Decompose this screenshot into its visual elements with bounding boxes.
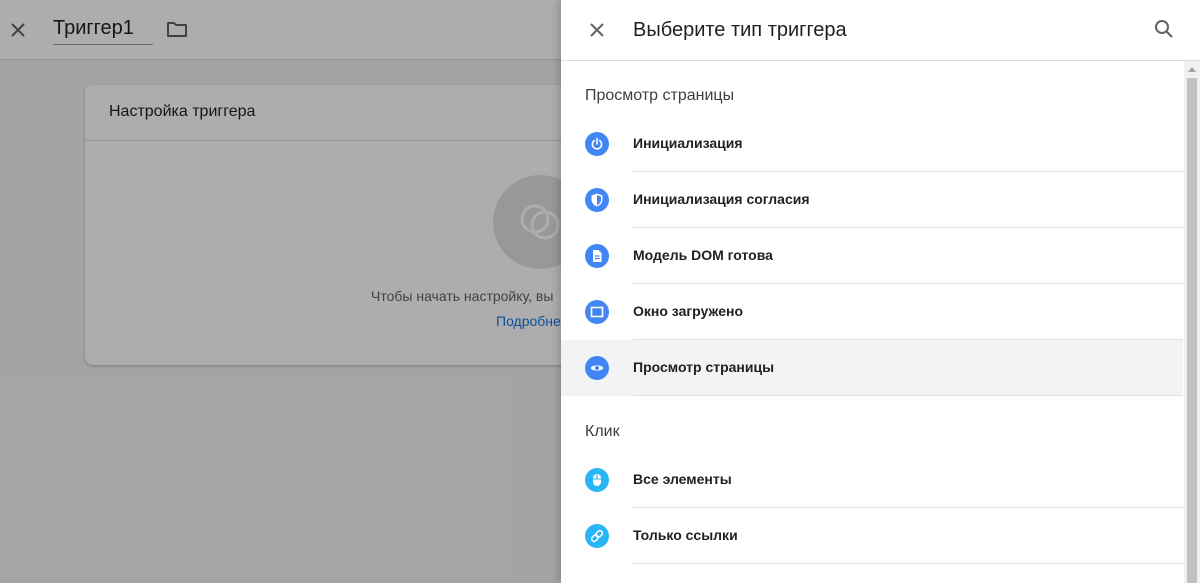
trigger-type-consent-initialization[interactable]: Инициализация согласия xyxy=(561,172,1183,228)
trigger-type-window-loaded[interactable]: Окно загружено xyxy=(561,284,1183,340)
trigger-type-label: Просмотр страницы xyxy=(633,359,775,375)
shield-icon xyxy=(585,188,609,212)
search-icon[interactable] xyxy=(1152,17,1176,41)
drawer-header: Выберите тип триггера xyxy=(561,0,1200,61)
trigger-type-label: Инициализация согласия xyxy=(633,191,810,207)
close-icon[interactable] xyxy=(585,18,609,42)
trigger-type-label: Только ссылки xyxy=(633,527,738,543)
section-heading-click: Клик xyxy=(585,423,620,440)
trigger-type-label: Все элементы xyxy=(633,471,732,487)
trigger-type-dom-ready[interactable]: Модель DOM готова xyxy=(561,228,1183,284)
trigger-type-page-view[interactable]: Просмотр страницы xyxy=(561,340,1183,396)
mouse-icon xyxy=(585,468,609,492)
trigger-type-list: Просмотр страницы Инициализация Инициали… xyxy=(561,61,1183,583)
trigger-type-drawer: Выберите тип триггера Просмотр страницы … xyxy=(561,0,1200,583)
trigger-type-initialization[interactable]: Инициализация xyxy=(561,116,1183,172)
trigger-type-all-elements[interactable]: Все элементы xyxy=(561,452,1183,508)
scrollbar[interactable] xyxy=(1184,61,1200,583)
drawer-title: Выберите тип триггера xyxy=(633,19,847,41)
scrollbar-thumb[interactable] xyxy=(1187,78,1197,583)
window-icon xyxy=(585,300,609,324)
trigger-type-label: Инициализация xyxy=(633,135,743,151)
section-heading-page-view: Просмотр страницы xyxy=(585,87,735,104)
power-icon xyxy=(585,132,609,156)
document-icon xyxy=(585,244,609,268)
divider xyxy=(633,563,1183,564)
eye-icon xyxy=(585,356,609,380)
divider xyxy=(633,395,1183,396)
trigger-type-just-links[interactable]: Только ссылки xyxy=(561,508,1183,564)
link-icon xyxy=(585,524,609,548)
trigger-type-label: Модель DOM готова xyxy=(633,247,773,263)
trigger-type-label: Окно загружено xyxy=(633,303,744,319)
scroll-up-arrow-icon[interactable] xyxy=(1188,67,1196,72)
